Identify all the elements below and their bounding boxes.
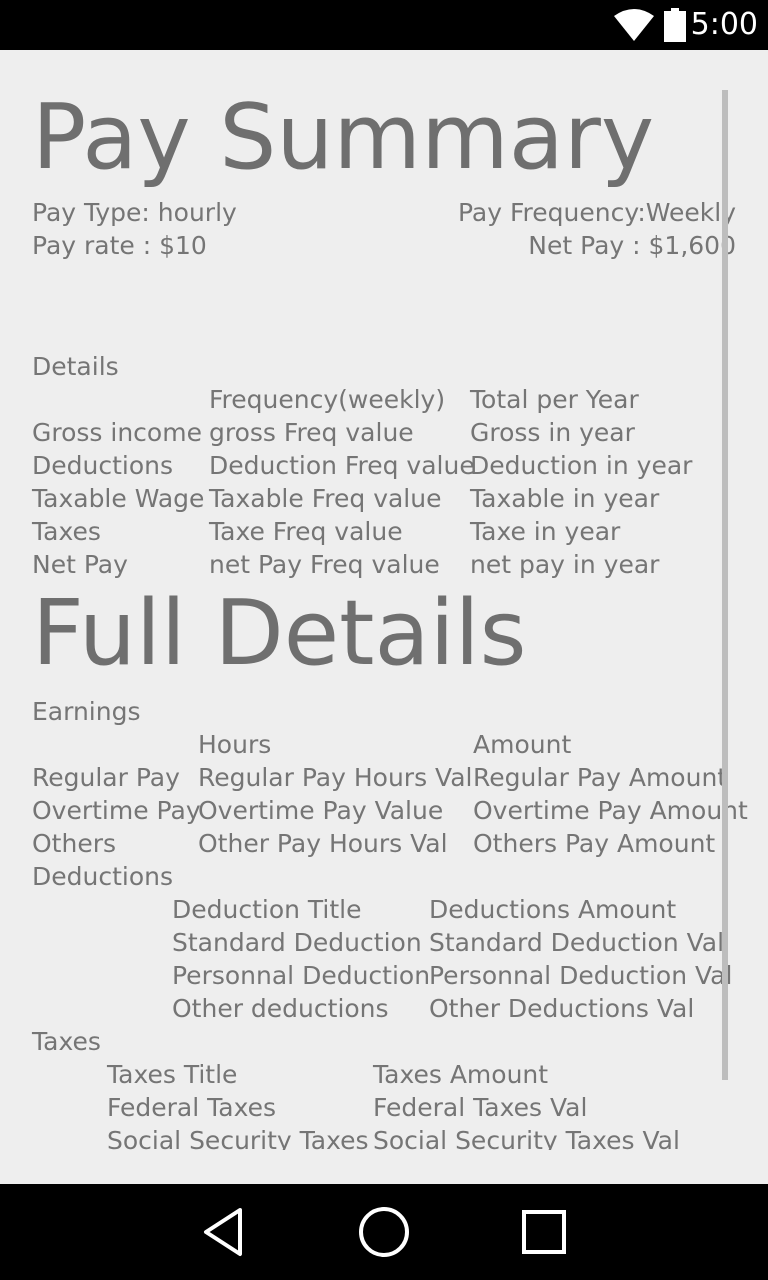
full-details-title: Full Details — [32, 581, 527, 686]
details-row-year: Taxable in year — [470, 484, 660, 513]
earnings-row-label: Others — [32, 829, 117, 858]
details-row-freq: Taxe Freq value — [209, 517, 403, 546]
deductions-row-amount: Other Deductions Val — [429, 994, 695, 1023]
details-row-label: Gross income — [32, 418, 202, 447]
details-row-label: Taxable Wage — [32, 484, 205, 513]
taxes-col-amount: Taxes Amount — [373, 1060, 549, 1089]
deductions-heading: Deductions — [32, 862, 174, 891]
deductions-row-amount: Personnal Deduction Val — [429, 961, 733, 990]
earnings-heading: Earnings — [32, 697, 141, 726]
taxes-heading: Taxes — [32, 1027, 101, 1056]
details-row-freq: net Pay Freq value — [209, 550, 440, 579]
net-pay-label: Net Pay : $1,600 — [528, 231, 736, 260]
details-row-label: Taxes — [32, 517, 101, 546]
wifi-icon — [614, 9, 654, 41]
scroll-view[interactable]: Pay Summary Pay Type: hourly Pay Frequen… — [0, 50, 768, 1151]
deductions-col-amount: Deductions Amount — [429, 895, 677, 924]
details-row-freq: Deduction Freq value — [209, 451, 475, 480]
details-row-year: Deduction in year — [470, 451, 693, 480]
recents-icon[interactable] — [514, 1202, 574, 1262]
details-row-year: Taxe in year — [470, 517, 621, 546]
earnings-row-label: Overtime Pay — [32, 796, 201, 825]
deductions-row-title: Standard Deduction — [172, 928, 422, 957]
details-row-year: Gross in year — [470, 418, 635, 447]
deductions-row-amount: Standard Deduction Val — [429, 928, 725, 957]
earnings-row-amount: Overtime Pay Amount — [473, 796, 748, 825]
taxes-col-title: Taxes Title — [107, 1060, 238, 1089]
earnings-row-hours: Overtime Pay Value — [198, 796, 444, 825]
details-row-freq: Taxable Freq value — [209, 484, 442, 513]
deductions-row-title: Other deductions — [172, 994, 389, 1023]
scrollbar[interactable] — [722, 90, 728, 1080]
pay-frequency-label: Pay Frequency:Weekly — [457, 198, 736, 227]
earnings-row-amount: Others Pay Amount — [473, 829, 716, 858]
back-icon[interactable] — [194, 1202, 254, 1262]
home-icon[interactable] — [354, 1202, 414, 1262]
details-row-year: net pay in year — [470, 550, 660, 579]
taxes-row-title: Social Security Taxes — [107, 1126, 369, 1150]
earnings-row-hours: Other Pay Hours Val — [198, 829, 448, 858]
taxes-row-amount: Social Security Taxes Val — [373, 1126, 680, 1150]
status-bar: 5:00 — [0, 0, 768, 50]
navigation-bar — [0, 1184, 768, 1280]
deductions-col-title: Deduction Title — [172, 895, 362, 924]
battery-icon — [664, 8, 686, 42]
pay-type-label: Pay Type: hourly — [32, 198, 237, 227]
earnings-col-amount: Amount — [473, 730, 572, 759]
pay-summary-title: Pay Summary — [32, 85, 655, 190]
status-time: 5:00 — [690, 7, 758, 42]
pay-summary-screen[interactable]: Pay Summary Pay Type: hourly Pay Frequen… — [0, 50, 768, 1184]
earnings-col-hours: Hours — [198, 730, 272, 759]
details-col-frequency: Frequency(weekly) — [209, 385, 446, 414]
earnings-row-amount: Regular Pay Amount — [473, 763, 728, 792]
details-row-label: Net Pay — [32, 550, 128, 579]
taxes-row-title: Federal Taxes — [107, 1093, 277, 1122]
details-row-freq: gross Freq value — [209, 418, 414, 447]
details-heading: Details — [32, 352, 119, 381]
earnings-row-label: Regular Pay — [32, 763, 180, 792]
taxes-row-amount: Federal Taxes Val — [373, 1093, 588, 1122]
details-row-label: Deductions — [32, 451, 174, 480]
earnings-row-hours: Regular Pay Hours Val — [198, 763, 473, 792]
details-col-total: Total per Year — [470, 385, 639, 414]
pay-rate-label: Pay rate : $10 — [32, 231, 207, 260]
deductions-row-title: Personnal Deduction — [172, 961, 431, 990]
